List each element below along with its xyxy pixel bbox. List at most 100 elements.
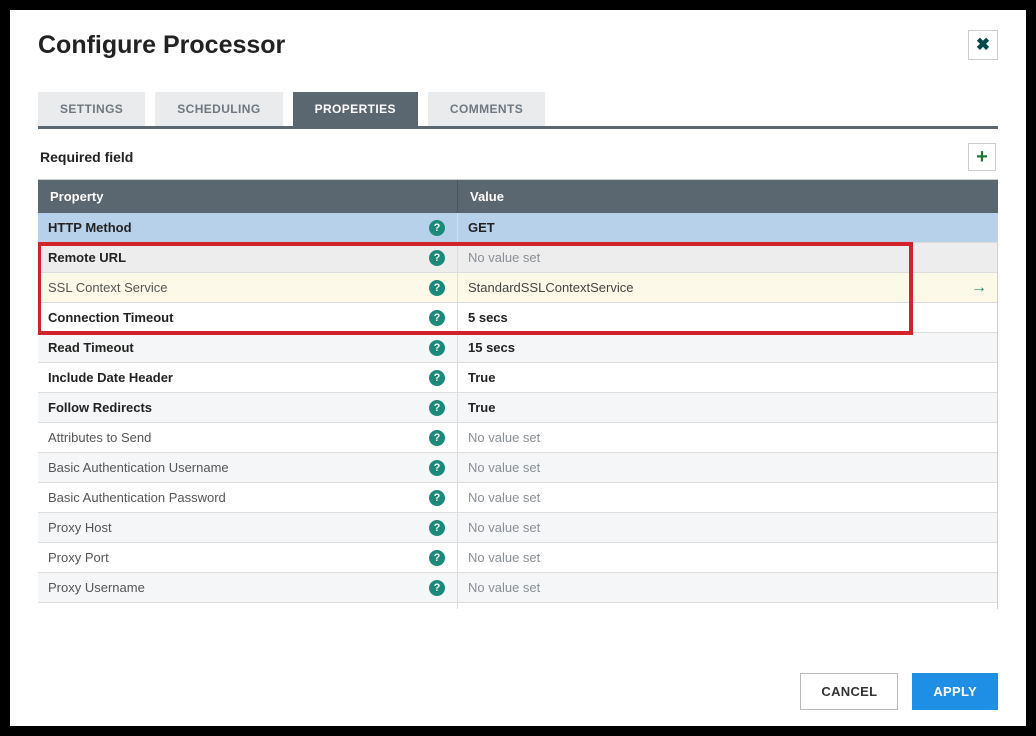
value-text: StandardSSLContextService xyxy=(468,280,633,295)
property-name: Connection Timeout xyxy=(48,310,429,325)
table-row[interactable]: Remote URL? No value set xyxy=(38,243,997,273)
table-scroll[interactable]: HTTP Method? GET Remote URL? No value set SS… xyxy=(38,213,998,609)
table-row[interactable]: Proxy Host? No value set xyxy=(38,513,997,543)
table-header-row: Property Value xyxy=(38,180,998,213)
property-cell[interactable]: SSL Context Service? xyxy=(38,273,458,302)
table-row[interactable]: Proxy Password?No value set xyxy=(38,603,997,609)
property-cell[interactable]: Proxy Host? xyxy=(38,513,458,542)
property-cell[interactable]: Proxy Username? xyxy=(38,573,458,602)
configure-processor-dialog: Configure Processor ✖ SETTINGS SCHEDULING… xyxy=(10,10,1026,726)
value-text: No value set xyxy=(468,250,540,265)
help-icon[interactable]: ? xyxy=(429,400,445,416)
table-row[interactable]: Follow Redirects? True xyxy=(38,393,997,423)
value-text: No value set xyxy=(468,460,540,475)
value-text: No value set xyxy=(468,490,540,505)
apply-button[interactable]: APPLY xyxy=(912,673,998,710)
property-cell[interactable]: Connection Timeout? xyxy=(38,303,458,332)
value-cell[interactable]: No value set xyxy=(458,573,997,602)
table-row[interactable]: Connection Timeout? 5 secs xyxy=(38,303,997,333)
help-icon[interactable]: ? xyxy=(429,550,445,566)
table-row[interactable]: Attributes to Send? No value set xyxy=(38,423,997,453)
property-cell[interactable]: Remote URL? xyxy=(38,243,458,272)
tab-settings[interactable]: SETTINGS xyxy=(38,92,145,126)
property-name: HTTP Method xyxy=(48,220,429,235)
value-text: True xyxy=(468,370,495,385)
value-text: No value set xyxy=(468,430,540,445)
value-cell[interactable]: No value set xyxy=(458,603,997,609)
table-row[interactable]: HTTP Method? GET xyxy=(38,213,997,243)
value-text: No value set xyxy=(468,580,540,595)
cancel-button[interactable]: CANCEL xyxy=(800,673,898,710)
value-cell[interactable]: True xyxy=(458,363,997,392)
table-row[interactable]: Include Date Header? True xyxy=(38,363,997,393)
value-cell[interactable]: No value set xyxy=(458,543,997,572)
help-icon[interactable]: ? xyxy=(429,490,445,506)
property-name: Read Timeout xyxy=(48,340,429,355)
help-icon[interactable]: ? xyxy=(429,370,445,386)
property-name: SSL Context Service xyxy=(48,280,429,295)
dialog-header: Configure Processor ✖ xyxy=(10,10,1026,66)
value-text: True xyxy=(468,400,495,415)
property-name: Include Date Header xyxy=(48,370,429,385)
table-row[interactable]: Read Timeout?15 secs xyxy=(38,333,997,363)
section-label: Required field xyxy=(40,149,133,165)
help-icon[interactable]: ? xyxy=(429,340,445,356)
add-property-button[interactable]: + xyxy=(968,143,996,171)
property-name: Basic Authentication Password xyxy=(48,490,429,505)
property-name: Basic Authentication Username xyxy=(48,460,429,475)
property-cell[interactable]: Proxy Password? xyxy=(38,603,458,609)
goto-service-icon[interactable]: → xyxy=(971,279,987,297)
tab-bar: SETTINGS SCHEDULING PROPERTIES COMMENTS xyxy=(38,92,998,129)
value-cell[interactable]: 5 secs xyxy=(458,303,997,332)
table-row[interactable]: Proxy Port? No value set xyxy=(38,543,997,573)
value-cell[interactable]: GET xyxy=(458,213,997,242)
property-cell[interactable]: HTTP Method? xyxy=(38,213,458,242)
dialog-title: Configure Processor xyxy=(38,31,968,60)
property-cell[interactable]: Basic Authentication Username? xyxy=(38,453,458,482)
property-cell[interactable]: Follow Redirects? xyxy=(38,393,458,422)
dialog-footer: CANCEL APPLY xyxy=(10,659,1026,726)
help-icon[interactable]: ? xyxy=(429,250,445,266)
table-row[interactable]: Proxy Username? No value set xyxy=(38,573,997,603)
value-cell[interactable]: No value set xyxy=(458,243,997,272)
value-cell[interactable]: No value set xyxy=(458,483,997,512)
help-icon[interactable]: ? xyxy=(429,220,445,236)
value-text: No value set xyxy=(468,550,540,565)
property-cell[interactable]: Attributes to Send? xyxy=(38,423,458,452)
property-cell[interactable]: Read Timeout? xyxy=(38,333,458,362)
help-icon[interactable]: ? xyxy=(429,280,445,296)
property-name: Follow Redirects xyxy=(48,400,429,415)
property-cell[interactable]: Proxy Port? xyxy=(38,543,458,572)
close-icon[interactable]: ✖ xyxy=(968,30,998,60)
property-name: Remote URL xyxy=(48,250,429,265)
properties-table: Property Value HTTP Method? GET Remote URL… xyxy=(38,179,998,609)
value-cell[interactable]: No value set xyxy=(458,453,997,482)
value-cell[interactable]: No value set xyxy=(458,423,997,452)
table-row[interactable]: SSL Context Service?StandardSSLContextSe… xyxy=(38,273,997,303)
value-text: GET xyxy=(468,220,495,235)
tab-comments[interactable]: COMMENTS xyxy=(428,92,545,126)
help-icon[interactable]: ? xyxy=(429,460,445,476)
value-text: No value set xyxy=(468,520,540,535)
help-icon[interactable]: ? xyxy=(429,310,445,326)
value-cell[interactable]: True xyxy=(458,393,997,422)
tab-properties[interactable]: PROPERTIES xyxy=(293,92,418,126)
header-property: Property xyxy=(38,180,458,213)
section-bar: Required field + xyxy=(38,137,998,179)
value-text: 5 secs xyxy=(468,310,508,325)
value-cell[interactable]: 15 secs xyxy=(458,333,997,362)
property-name: Proxy Username xyxy=(48,580,429,595)
help-icon[interactable]: ? xyxy=(429,520,445,536)
property-name: Proxy Host xyxy=(48,520,429,535)
help-icon[interactable]: ? xyxy=(429,580,445,596)
property-name: Proxy Port xyxy=(48,550,429,565)
property-cell[interactable]: Include Date Header? xyxy=(38,363,458,392)
header-value: Value xyxy=(458,180,998,213)
tab-scheduling[interactable]: SCHEDULING xyxy=(155,92,282,126)
help-icon[interactable]: ? xyxy=(429,430,445,446)
value-cell[interactable]: No value set xyxy=(458,513,997,542)
property-cell[interactable]: Basic Authentication Password? xyxy=(38,483,458,512)
table-row[interactable]: Basic Authentication Username? No value s… xyxy=(38,453,997,483)
table-row[interactable]: Basic Authentication Password? No value s… xyxy=(38,483,997,513)
value-cell[interactable]: StandardSSLContextService → xyxy=(458,273,997,302)
